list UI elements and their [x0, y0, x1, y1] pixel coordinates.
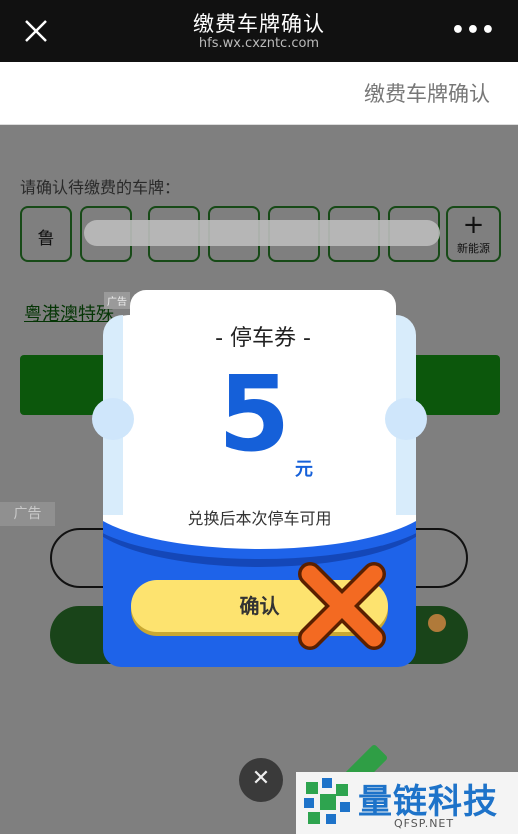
page-url: hfs.wx.cxzntc.com [198, 36, 320, 51]
ad-dot [428, 614, 446, 632]
watermark-logo-icon [304, 778, 350, 824]
plus-icon: + [462, 210, 485, 240]
watermark: 量链科技 QFSP.NET [296, 772, 518, 834]
new-energy-button[interactable]: + 新能源 [446, 206, 501, 262]
coupon-notch-right [385, 398, 427, 440]
x-mark-icon [298, 562, 386, 650]
popup-close-button[interactable]: ✕ [239, 758, 283, 802]
close-icon: ✕ [251, 766, 271, 791]
promo-link[interactable]: 粤港澳特殊 [24, 300, 114, 326]
coupon-description: 兑换后本次停车可用 [187, 509, 332, 528]
coupon-unit: 元 [295, 459, 313, 480]
window-title: 缴费车牌确认 [193, 12, 325, 36]
new-energy-label: 新能源 [457, 242, 490, 255]
watermark-domain: QFSP.NET [394, 817, 455, 830]
more-icon[interactable]: ••• [451, 18, 496, 43]
ad-tag: 广告 [104, 292, 130, 309]
watermark-name: 量链科技 [358, 782, 498, 822]
coupon-title: - 停车券 - [215, 326, 311, 351]
plate-province: 鲁 [37, 229, 55, 249]
coupon-amount: 5 [218, 353, 291, 475]
coupon-notch-left [92, 398, 134, 440]
top-bar: 缴费车牌确认 hfs.wx.cxzntc.com ••• [0, 0, 518, 62]
ad-label: 广告 [0, 502, 55, 526]
page-header: 缴费车牌确认 [0, 62, 518, 125]
plate-cell-province[interactable]: 鲁 [20, 206, 72, 262]
plate-prompt: 请确认待缴费的车牌： [20, 178, 181, 197]
redacted-plate-number [84, 220, 440, 246]
page-title: 缴费车牌确认 [364, 82, 490, 106]
